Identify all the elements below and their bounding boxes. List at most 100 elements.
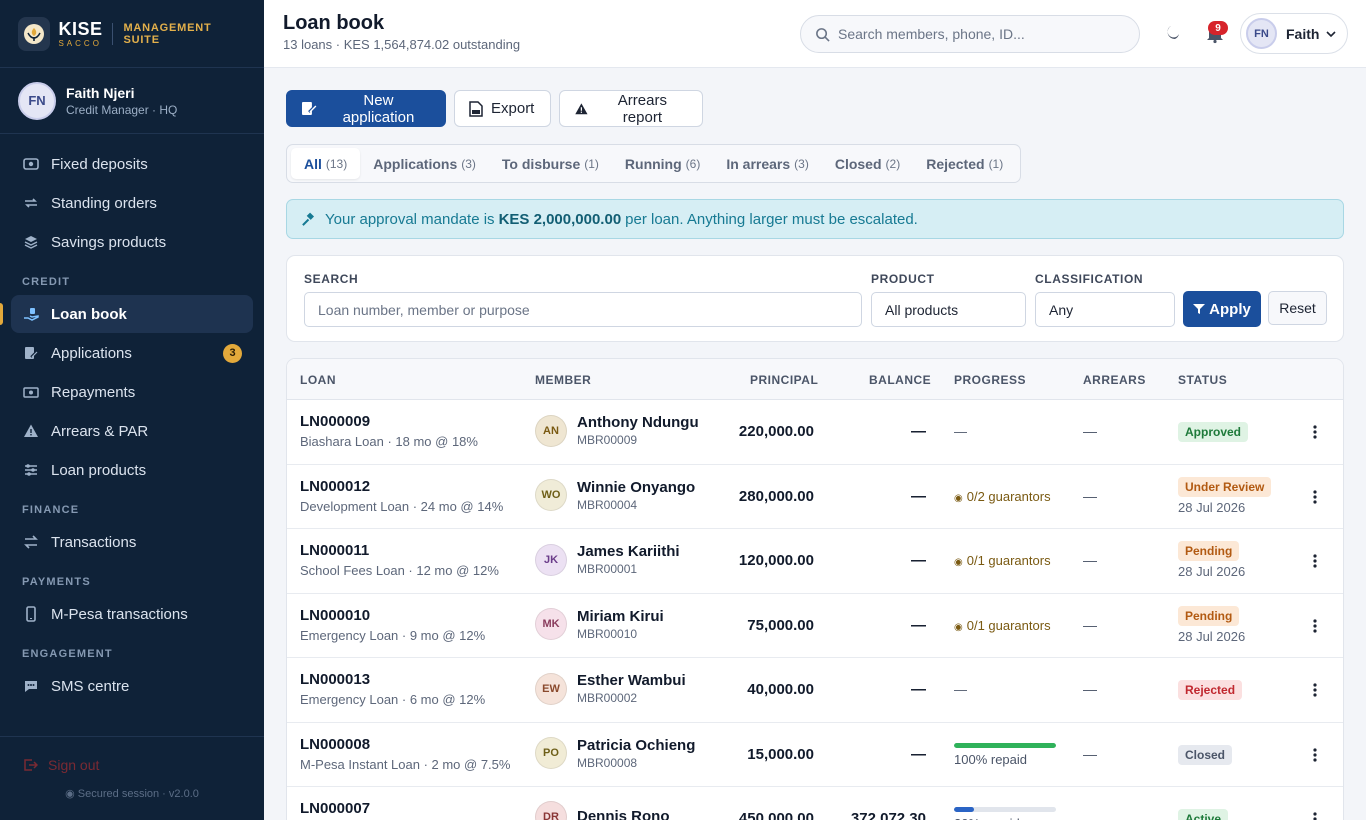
tab-to-disburse[interactable]: To disburse (1) xyxy=(489,148,612,179)
product-select[interactable]: All products xyxy=(871,292,1026,327)
loan-number[interactable]: LN000009 xyxy=(300,413,478,430)
tab-label: Closed xyxy=(834,155,882,172)
tab-applications[interactable]: Applications (3) xyxy=(360,148,489,179)
sidebar-item-savings-products[interactable]: Savings products xyxy=(11,223,253,261)
progress-bar xyxy=(954,742,1056,748)
sidebar-item-loan-book[interactable]: Loan book xyxy=(0,295,253,333)
status-badge: Closed xyxy=(1178,744,1233,765)
arrears-report-button[interactable]: Arrears report xyxy=(559,90,703,127)
shield-icon: ◉ xyxy=(65,788,75,800)
loan-number[interactable]: LN000007 xyxy=(300,800,370,817)
classification-select[interactable]: Any xyxy=(1035,292,1175,327)
guarantor-text: 0/2 guarantors xyxy=(966,488,1051,504)
secured-session-text: Secured session · v2.0.0 xyxy=(77,788,199,800)
member-name[interactable]: Esther Wambui xyxy=(577,672,686,689)
table-row[interactable]: LN000011 School Fees Loan · 12 mo @ 12% JK… xyxy=(287,529,1343,594)
search-icon xyxy=(815,27,830,42)
warning-icon xyxy=(22,422,40,440)
tab-closed[interactable]: Closed (2) xyxy=(822,148,913,179)
sidebar-item-transactions[interactable]: Transactions xyxy=(11,523,253,561)
global-search[interactable] xyxy=(800,15,1140,53)
member-name[interactable]: James Kariithi xyxy=(577,543,680,560)
tab-label: In arrears xyxy=(726,155,791,172)
member-name[interactable]: Patricia Ochieng xyxy=(577,737,695,754)
member-cell: MK Miriam Kirui MBR00010 xyxy=(535,608,664,641)
table-header: LOAN MEMBER PRINCIPAL BALANCE PROGRESS A… xyxy=(287,359,1343,400)
tab-in-arrears[interactable]: In arrears (3) xyxy=(713,148,822,179)
more-vertical-icon[interactable] xyxy=(1307,616,1323,636)
brand-tagline: SACCO xyxy=(58,38,102,48)
table-row[interactable]: LN000012 Development Loan · 24 mo @ 14% WO… xyxy=(287,465,1343,529)
status-cell: Pending 28 Jul 2026 xyxy=(1178,541,1245,579)
user-profile[interactable]: FN Faith Njeri Credit Manager · HQ xyxy=(0,68,264,134)
loan-cell: LN000011 School Fees Loan · 12 mo @ 12% xyxy=(300,542,499,578)
status-badge: Active xyxy=(1178,809,1229,820)
balance-cell: — xyxy=(911,681,926,698)
search-filter-label: SEARCH xyxy=(304,272,359,286)
avatar: MK xyxy=(535,608,567,640)
more-vertical-icon[interactable] xyxy=(1307,487,1323,507)
chevron-down-icon xyxy=(1326,26,1336,42)
more-vertical-icon[interactable] xyxy=(1307,680,1323,700)
sidebar-item-fixed-deposits[interactable]: Fixed deposits xyxy=(11,145,253,183)
loan-search-input[interactable]: Loan number, member or purpose xyxy=(304,292,862,327)
table-row[interactable]: LN000008 M-Pesa Instant Loan · 2 mo @ 7.5… xyxy=(287,723,1343,787)
reset-button[interactable]: Reset xyxy=(1268,291,1327,325)
member-name[interactable]: Winnie Onyango xyxy=(577,479,695,496)
sidebar-item-applications[interactable]: Applications 3 xyxy=(11,334,253,372)
action-bar: New application Export Arrears report xyxy=(286,90,703,127)
user-menu[interactable]: FN Faith xyxy=(1240,13,1348,54)
member-name[interactable]: Dennis Rono xyxy=(577,808,670,820)
sidebar-item-loan-products[interactable]: Loan products xyxy=(11,451,253,489)
sidebar: KISE SACCO MANAGEMENT SUITE FN Faith Nje… xyxy=(0,0,264,820)
export-button[interactable]: Export xyxy=(454,90,551,127)
table-row[interactable]: LN000010 Emergency Loan · 9 mo @ 12% MK Mir… xyxy=(287,594,1343,658)
more-vertical-icon[interactable] xyxy=(1307,745,1323,765)
loan-description: Development Loan · 24 mo @ 14% xyxy=(300,498,504,514)
mobile-icon xyxy=(22,605,40,623)
sliders-icon xyxy=(22,461,40,479)
loan-number[interactable]: LN000012 xyxy=(300,478,503,495)
sidebar-item-mpesa-transactions[interactable]: M-Pesa transactions xyxy=(11,595,253,633)
more-vertical-icon[interactable] xyxy=(1307,809,1323,820)
moon-icon[interactable] xyxy=(1163,24,1183,44)
tab-rejected[interactable]: Rejected (1) xyxy=(913,148,1016,179)
loan-description: School Fees Loan · 12 mo @ 12% xyxy=(300,563,499,578)
tab-all[interactable]: All (13) xyxy=(291,148,361,179)
member-name[interactable]: Miriam Kirui xyxy=(577,608,664,625)
sidebar-item-standing-orders[interactable]: Standing orders xyxy=(11,184,253,222)
arrears-cell: — xyxy=(1083,616,1097,633)
sidebar-item-arrears-par[interactable]: Arrears & PAR xyxy=(11,412,253,450)
sidebar-item-repayments[interactable]: Repayments xyxy=(11,373,253,411)
loan-number[interactable]: LN000013 xyxy=(300,671,485,688)
loan-description: M-Pesa Instant Loan · 2 mo @ 7.5% xyxy=(300,756,511,772)
member-cell: DR Dennis Rono xyxy=(535,801,670,820)
tab-count: (13) xyxy=(325,156,348,171)
classification-filter-label: CLASSIFICATION xyxy=(1035,272,1144,286)
loan-number[interactable]: LN000010 xyxy=(300,607,485,624)
member-id: MBR00010 xyxy=(577,626,638,641)
exchange-icon xyxy=(22,533,40,551)
status-tabs: All (13) Applications (3) To disburse (1) R… xyxy=(286,144,1022,183)
file-edit-icon xyxy=(22,344,40,362)
more-vertical-icon[interactable] xyxy=(1307,551,1323,571)
tab-count: (1) xyxy=(988,156,1004,171)
more-vertical-icon[interactable] xyxy=(1307,422,1323,442)
col-loan: LOAN xyxy=(300,373,336,387)
tab-running[interactable]: Running (6) xyxy=(612,148,713,179)
new-application-button[interactable]: New application xyxy=(286,90,446,127)
progress-cell: 20% repaid xyxy=(954,807,1056,820)
tab-label: All xyxy=(304,155,322,172)
table-row[interactable]: LN000013 Emergency Loan · 6 mo @ 12% EW Est… xyxy=(287,658,1343,723)
sidebar-item-sms-centre[interactable]: SMS centre xyxy=(11,667,253,705)
apply-button[interactable]: Apply xyxy=(1183,291,1261,327)
sign-out-button[interactable]: Sign out xyxy=(0,737,264,773)
loan-number[interactable]: LN000011 xyxy=(300,542,499,559)
member-name[interactable]: Anthony Ndungu xyxy=(577,414,699,431)
loan-number[interactable]: LN000008 xyxy=(300,736,510,753)
table-row[interactable]: LN000009 Biashara Loan · 18 mo @ 18% AN Ant… xyxy=(287,400,1343,465)
table-row[interactable]: LN000007 DR Dennis Rono 450,000.00 372,072.3… xyxy=(287,787,1343,820)
page-subtitle: 13 loans · KES 1,564,874.02 outstanding xyxy=(283,37,521,52)
search-input[interactable] xyxy=(838,26,1118,42)
status-cell: Rejected xyxy=(1178,680,1243,700)
